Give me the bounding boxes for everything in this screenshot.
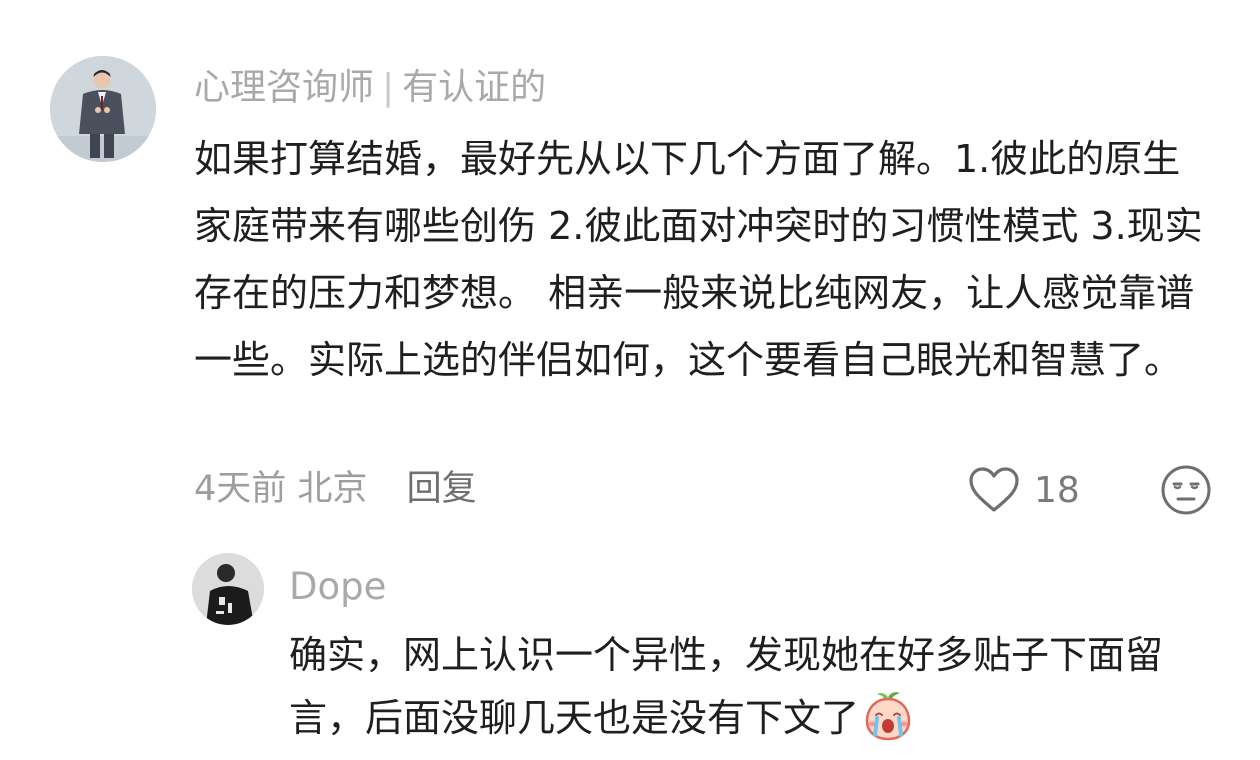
avatar[interactable]	[50, 56, 156, 162]
unamused-face-icon[interactable]	[1160, 464, 1212, 516]
comment-location: 北京	[297, 469, 368, 509]
author-separator: |	[382, 67, 395, 108]
author-badge: 有认证的	[402, 67, 547, 108]
crying-peach-emoji-icon	[863, 689, 913, 741]
reply-text: 确实，网上认识一个异性，发现她在好多贴子下面留言，后面没聊几天也是没有下文了	[289, 624, 1219, 750]
reply-text-content: 确实，网上认识一个异性，发现她在好多贴子下面留言，后面没聊几天也是没有下文了	[289, 633, 1164, 740]
comment-meta: 4天前 北京 回复	[194, 462, 477, 516]
comment-author[interactable]: 心理咨询师 | 有认证的	[194, 60, 546, 116]
comment-time: 4天前	[194, 469, 287, 509]
comment-text: 如果打算结婚，最好先从以下几个方面了解。1.彼此的原生家庭带来有哪些创伤 2.彼…	[194, 137, 1203, 382]
reply-author-name[interactable]: Dope	[289, 560, 386, 614]
reply-avatar[interactable]	[192, 553, 264, 625]
reply-button[interactable]: 回复	[407, 469, 477, 509]
like-count: 18	[1034, 470, 1080, 511]
heart-outline-icon[interactable]	[968, 466, 1020, 514]
author-name[interactable]: 心理咨询师	[194, 67, 374, 108]
